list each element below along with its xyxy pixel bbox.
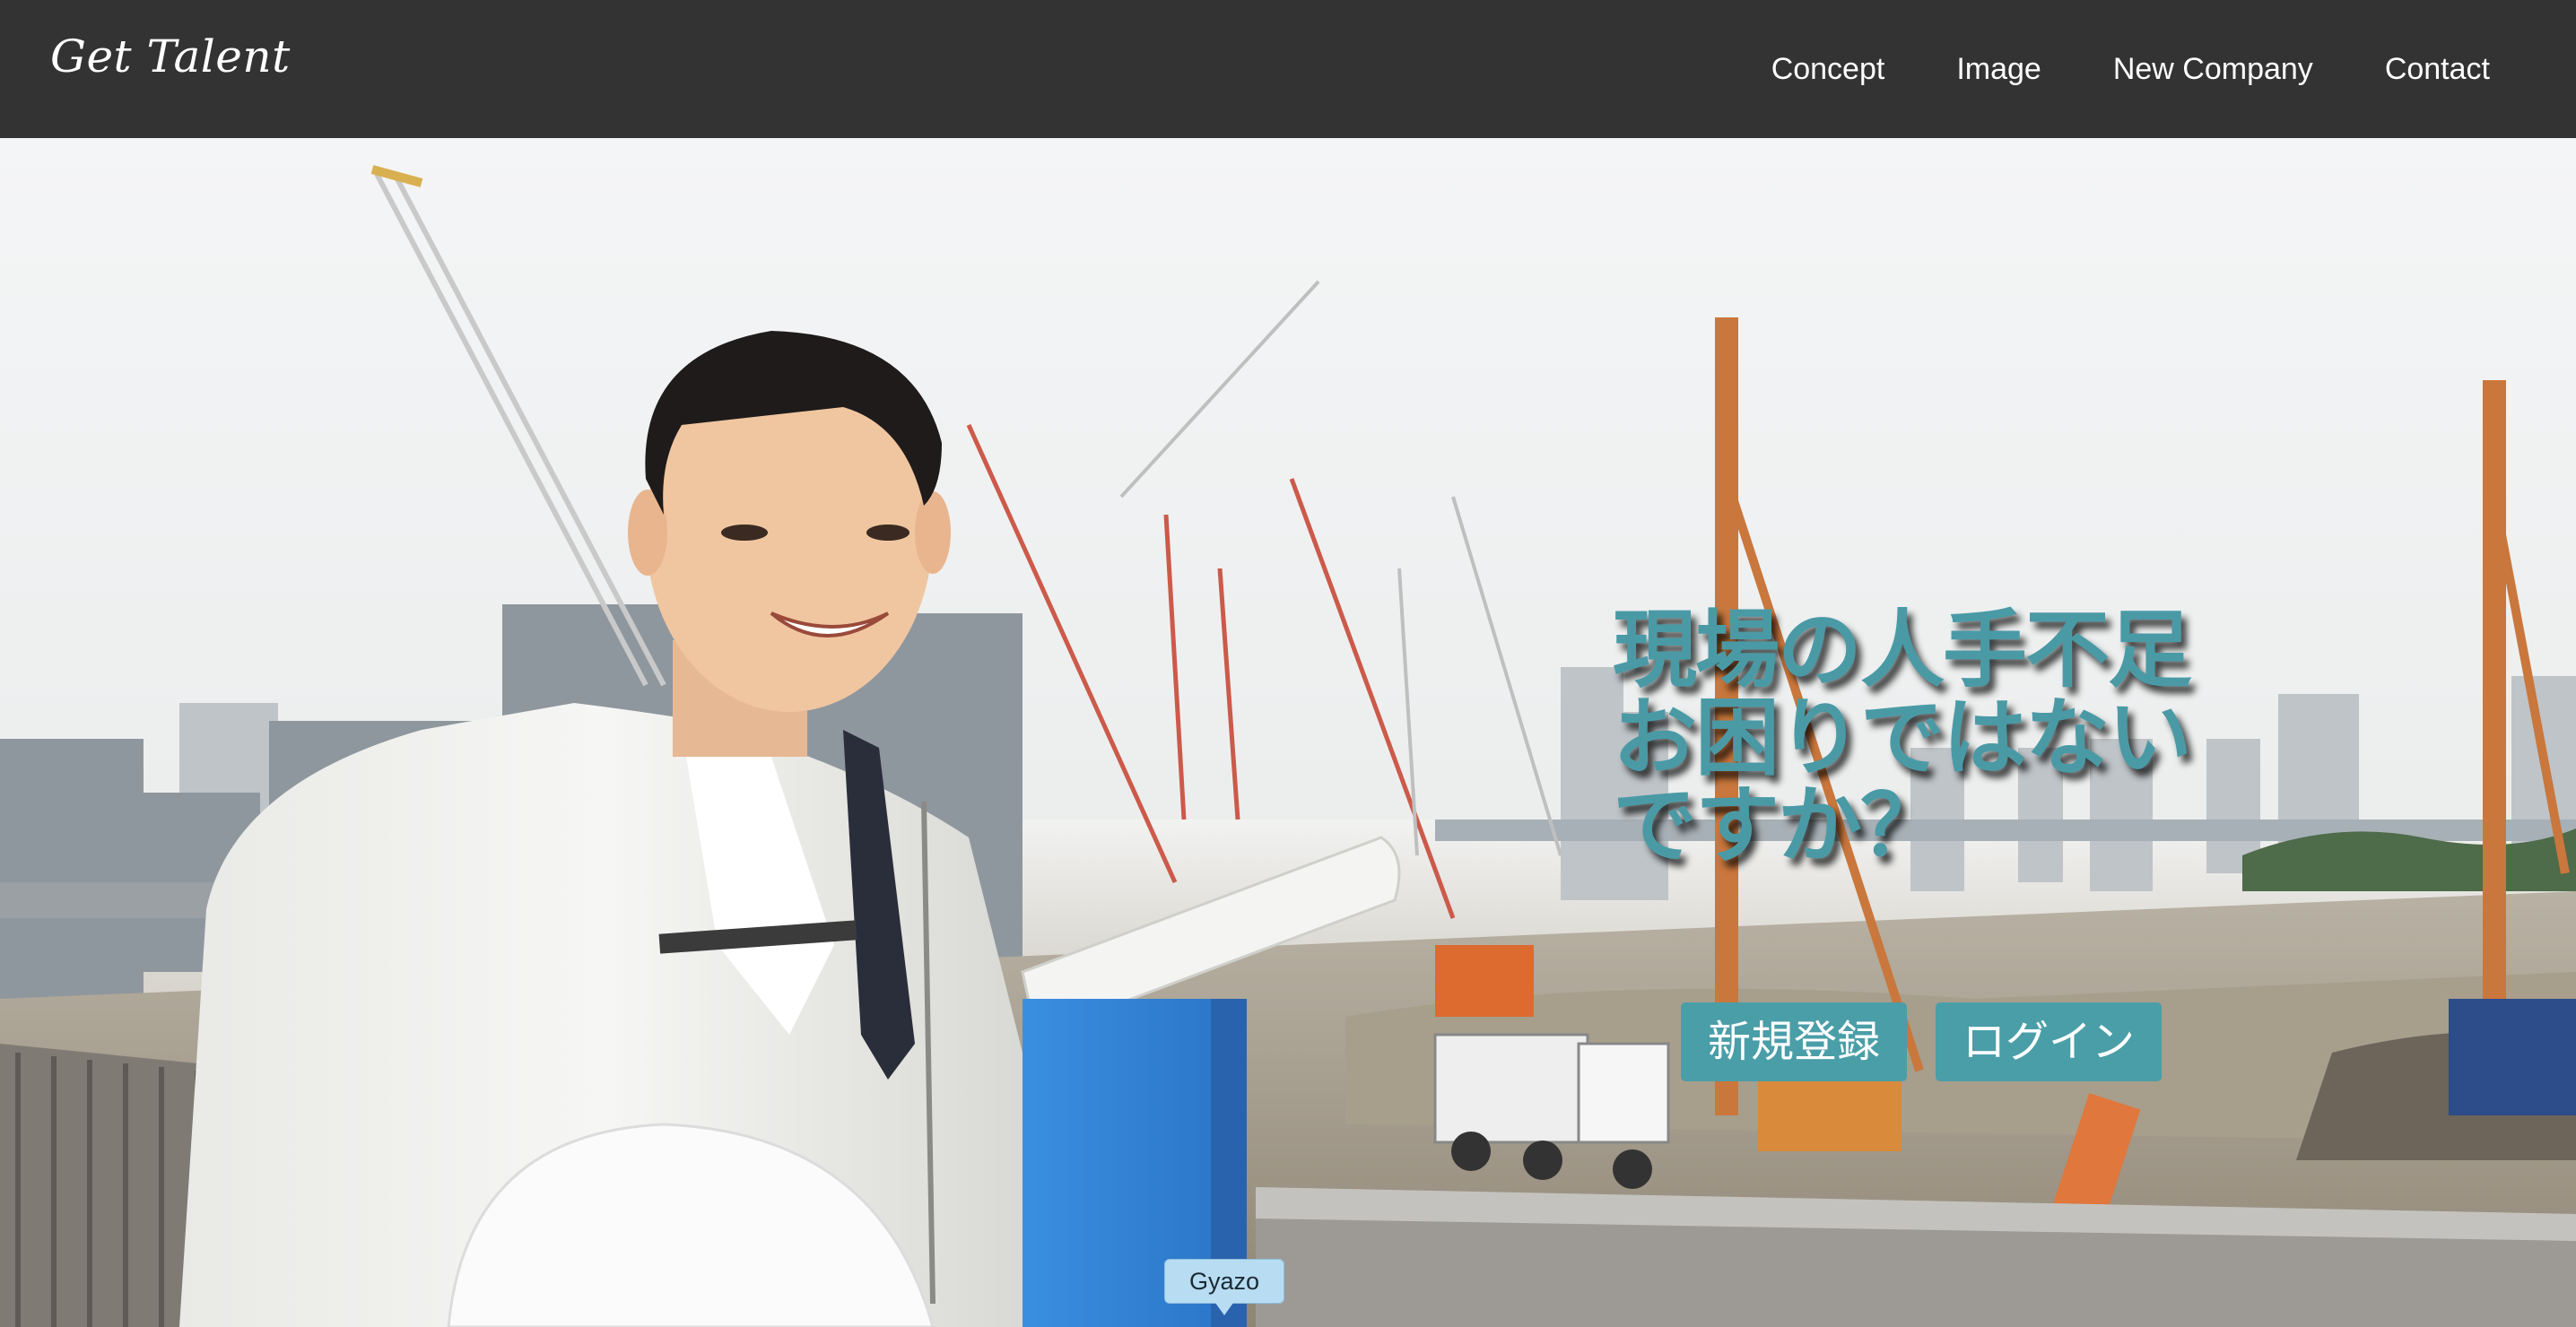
page: Get Talent Concept Image New Company Con… [0,0,2576,1327]
hero-section: 現場の人手不足 お困りではない ですか？ 新規登録 ログイン [0,138,2576,1327]
top-navbar: Get Talent Concept Image New Company Con… [0,0,2576,138]
brand-logo[interactable]: Get Talent [50,30,291,82]
hero-cta-group: 新規登録 ログイン [1681,1002,2163,1081]
register-button[interactable]: 新規登録 [1681,1002,1908,1081]
nav-link-image[interactable]: Image [1956,52,2041,87]
hero-headline-line-3: ですか？ [1613,776,1945,875]
hero-headline-line-2: お困りではない [1613,689,2192,787]
nav-link-new-company[interactable]: New Company [2113,52,2313,87]
hero-headline: 現場の人手不足 お困りではない ですか？ [1613,601,2294,875]
nav-link-contact[interactable]: Contact [2385,52,2490,87]
login-button[interactable]: ログイン [1936,1002,2163,1081]
hero-headline-line-1: 現場の人手不足 [1613,601,2192,699]
nav-link-concept[interactable]: Concept [1771,52,1885,87]
main-nav: Concept Image New Company Contact [1771,0,2490,138]
gyazo-capture-badge[interactable]: Gyazo [1164,1259,1284,1315]
